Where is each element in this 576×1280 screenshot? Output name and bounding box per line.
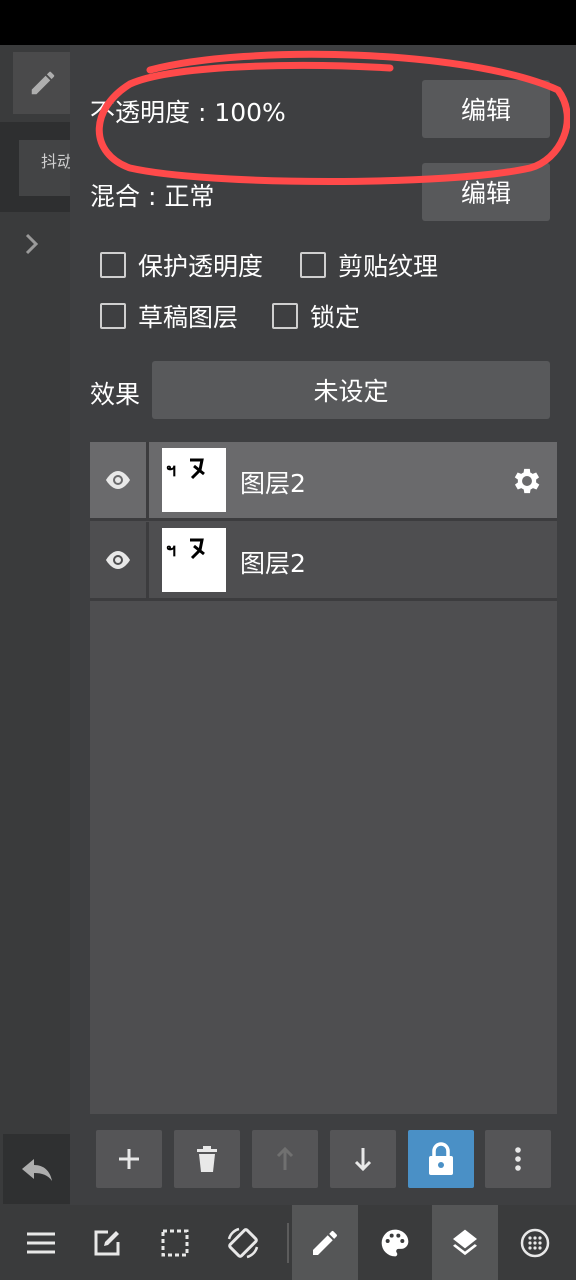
checkbox-box[interactable] — [100, 252, 126, 278]
layer-thumbnail: ฯ — [162, 528, 226, 592]
selection-icon — [161, 1229, 189, 1256]
checkbox-lock[interactable]: 锁定 — [272, 298, 360, 334]
checkbox-label: 保护透明度 — [138, 252, 264, 281]
arrow-up-icon — [276, 1146, 294, 1170]
rotate-screen-button[interactable] — [210, 1205, 276, 1280]
layer-properties-panel: 不透明度 : 100% 编辑 混合 : 正常 编辑 保护透明度 剪贴纹理 草稿图… — [70, 45, 576, 1205]
layer-name: 图层2 — [240, 469, 306, 498]
more-options-button[interactable] — [485, 1130, 551, 1188]
effect-select-button[interactable]: 未设定 — [152, 361, 550, 419]
dots-grid-icon — [520, 1228, 550, 1257]
blend-label: 混合 : 正常 — [90, 182, 215, 211]
bottom-toolbar-divider — [287, 1223, 289, 1263]
lock-icon — [429, 1142, 453, 1175]
left-tool-strip — [0, 45, 70, 1205]
opacity-label: 不透明度 : 100% — [90, 98, 286, 127]
undo-button[interactable] — [3, 1134, 70, 1204]
add-layer-button[interactable] — [96, 1130, 162, 1188]
layer-row-divider — [90, 598, 557, 601]
arrow-down-icon — [354, 1148, 372, 1172]
checkbox-label: 剪贴纹理 — [338, 252, 439, 281]
left-pencil-button[interactable] — [13, 52, 73, 114]
menu-button[interactable] — [8, 1205, 74, 1280]
left-tab-label: 抖动 — [41, 152, 74, 171]
blend-edit-button[interactable]: 编辑 — [422, 163, 550, 221]
bottom-toolbar — [0, 1205, 576, 1280]
menu-icon — [27, 1232, 55, 1253]
visibility-eye-icon[interactable] — [104, 549, 132, 575]
effect-label: 效果 — [90, 380, 141, 409]
pencil-icon — [313, 1230, 338, 1255]
checkbox-protect-alpha[interactable]: 保护透明度 — [100, 247, 263, 283]
svg-text:ฯ: ฯ — [166, 460, 176, 481]
checkbox-label: 草稿图层 — [138, 303, 239, 332]
move-layer-down-button[interactable] — [330, 1130, 396, 1188]
layer-row-divider — [90, 518, 557, 521]
status-bar — [0, 0, 576, 45]
layer-row[interactable]: ฯ 图层2 — [90, 522, 557, 601]
rotate-screen-icon — [227, 1227, 259, 1258]
svg-text:ฯ: ฯ — [166, 540, 176, 561]
checkbox-box[interactable] — [300, 252, 326, 278]
move-layer-up-button[interactable] — [252, 1130, 318, 1188]
palette-icon — [381, 1229, 409, 1256]
color-palette-button[interactable] — [362, 1205, 428, 1280]
selection-button[interactable] — [142, 1205, 208, 1280]
chevron-right-icon[interactable] — [22, 232, 42, 262]
lock-layer-button[interactable] — [408, 1130, 474, 1188]
pencil-icon — [31, 71, 55, 95]
material-button[interactable] — [502, 1205, 568, 1280]
layer-row-selected[interactable]: ฯ 图层2 — [90, 442, 557, 521]
brush-tool-button[interactable] — [292, 1205, 358, 1280]
opacity-edit-button[interactable]: 编辑 — [422, 80, 550, 138]
layer-thumbnail: ฯ — [162, 448, 226, 512]
layers-icon — [453, 1229, 477, 1255]
checkbox-box[interactable] — [272, 303, 298, 329]
plus-icon — [119, 1149, 139, 1169]
layer-list[interactable]: ฯ 图层2 ฯ 图层2 — [90, 442, 557, 1114]
trash-icon — [197, 1146, 217, 1172]
edit-button[interactable] — [74, 1205, 140, 1280]
visibility-eye-icon[interactable] — [104, 469, 132, 495]
edit-square-icon — [94, 1230, 120, 1255]
checkbox-draft-layer[interactable]: 草稿图层 — [100, 298, 238, 334]
layers-button[interactable] — [432, 1205, 498, 1280]
checkbox-label: 锁定 — [310, 303, 361, 332]
more-vertical-icon — [515, 1147, 521, 1171]
layer-row-separator — [146, 442, 149, 520]
checkbox-clipping[interactable]: 剪贴纹理 — [300, 247, 438, 283]
delete-layer-button[interactable] — [174, 1130, 240, 1188]
checkbox-box[interactable] — [100, 303, 126, 329]
gear-icon[interactable] — [510, 464, 544, 502]
undo-icon — [21, 1159, 52, 1181]
layer-row-separator — [146, 522, 149, 600]
layer-name: 图层2 — [240, 549, 306, 578]
